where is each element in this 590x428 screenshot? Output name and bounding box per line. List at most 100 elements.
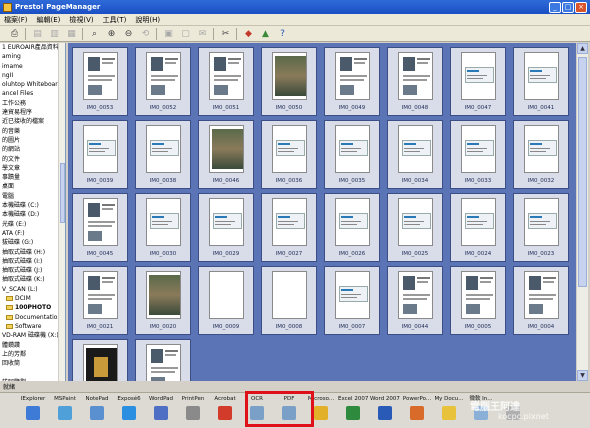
app-launcher[interactable]: Acrobat	[210, 395, 240, 420]
acquire-icon[interactable]: ▲	[259, 28, 272, 40]
scan-icon[interactable]: ⎙	[8, 28, 21, 40]
menu-file[interactable]: 檔案(F)	[4, 15, 28, 25]
page-thumbnail[interactable]: IM0_0034	[387, 120, 443, 189]
page-thumbnail[interactable]: IM0_0051	[198, 47, 254, 116]
page-thumbnail[interactable]: IM0_0029	[198, 193, 254, 262]
tree-item[interactable]: 的文件	[0, 155, 65, 164]
page-thumbnail[interactable]: IM0_0049	[324, 47, 380, 116]
tree-item[interactable]: 的音樂	[0, 127, 65, 136]
tree-item[interactable]: DCIM	[0, 294, 65, 303]
print-preview-icon[interactable]: ▥	[48, 28, 61, 40]
page-thumbnail[interactable]: IM0_0047	[450, 47, 506, 116]
page-thumbnail[interactable]	[72, 339, 128, 381]
tree-item[interactable]: 回收筒	[0, 359, 65, 368]
page-thumbnail[interactable]: IM0_0030	[135, 193, 191, 262]
zoom-out-icon[interactable]: ⊖	[122, 28, 135, 40]
page-thumbnail[interactable]: IM0_0045	[72, 193, 128, 262]
print-icon[interactable]: ▤	[31, 28, 44, 40]
page-thumbnail[interactable]: IM0_0021	[72, 266, 128, 335]
scroll-down-arrow-icon[interactable]: ▼	[577, 370, 588, 381]
page-thumbnail[interactable]: IM0_0041	[513, 47, 569, 116]
tree-item[interactable]: 電腦	[0, 192, 65, 201]
tree-item[interactable]: Documentation	[0, 313, 65, 322]
menu-view[interactable]: 檢視(V)	[69, 15, 93, 25]
tree-item[interactable]: aming	[0, 52, 65, 61]
app-launcher[interactable]: PowerPo...	[402, 395, 432, 420]
help-icon[interactable]: ?	[276, 28, 289, 40]
menu-tools[interactable]: 工具(T)	[103, 15, 127, 25]
page-thumbnail[interactable]: IM0_0048	[387, 47, 443, 116]
menu-help[interactable]: 說明(H)	[135, 15, 160, 25]
page-thumbnail[interactable]: IM0_0024	[450, 193, 506, 262]
app-launcher[interactable]: IExplorer	[18, 395, 48, 420]
tree-item[interactable]: ancel Files	[0, 89, 65, 98]
tree-item[interactable]	[0, 368, 65, 377]
tree-item[interactable]: ATA (F:)	[0, 229, 65, 238]
zoom-in-icon[interactable]: ⊕	[105, 28, 118, 40]
tree-item[interactable]: 抽取式磁碟 (J:)	[0, 266, 65, 275]
page-thumbnail[interactable]: IM0_0039	[72, 120, 128, 189]
app-launcher[interactable]: Exposé6	[114, 395, 144, 420]
tree-item[interactable]: 抽取式磁碟 (I:)	[0, 257, 65, 266]
tree-item[interactable]: ngII	[0, 71, 65, 80]
tree-item[interactable]: 桌面	[0, 182, 65, 191]
tree-item[interactable]: 的圖片	[0, 136, 65, 145]
page-thumbnail[interactable]: IM0_0038	[135, 120, 191, 189]
page-thumbnail[interactable]: IM0_0050	[261, 47, 317, 116]
page-thumbnail[interactable]: IM0_0033	[450, 120, 506, 189]
tree-item[interactable]: imame	[0, 62, 65, 71]
tree-item[interactable]: 學文章	[0, 164, 65, 173]
page-thumbnail[interactable]: IM0_0023	[513, 193, 569, 262]
maximize-button[interactable]: □	[562, 1, 574, 13]
page-thumbnail[interactable]: IM0_0020	[135, 266, 191, 335]
page-thumbnail[interactable]: IM0_0026	[324, 193, 380, 262]
page-thumbnail[interactable]: IM0_0027	[261, 193, 317, 262]
page-thumbnail[interactable]: IM0_0036	[261, 120, 317, 189]
tree-item[interactable]: 100PHOTO	[0, 303, 65, 312]
thumbnail-scrollbar[interactable]: ▲ ▼	[576, 43, 588, 381]
tree-item[interactable]: 事蹟量	[0, 173, 65, 182]
search-icon[interactable]: ⌕	[88, 28, 101, 40]
tree-item[interactable]: 抽取式磁碟 (K:)	[0, 275, 65, 284]
page-thumbnail[interactable]: IM0_0035	[324, 120, 380, 189]
tree-item[interactable]: 拔磁碟 (G:)	[0, 238, 65, 247]
tree-item[interactable]: 1 EUROAIR產品資料	[0, 43, 65, 52]
scrollbar-thumb[interactable]	[60, 163, 65, 223]
tree-item[interactable]: 工作公務	[0, 99, 65, 108]
tools-icon[interactable]: ✂	[219, 28, 232, 40]
tree-item[interactable]: 本機磁碟 (D:)	[0, 210, 65, 219]
scrollbar-thumb[interactable]	[578, 57, 587, 287]
app-launcher[interactable]: PrintPen	[178, 395, 208, 420]
app-launcher[interactable]: Word 2007	[370, 395, 400, 420]
close-button[interactable]: ×	[575, 1, 587, 13]
stack-icon[interactable]: ▣	[162, 28, 175, 40]
tree-item[interactable]: 光碟 (E:)	[0, 220, 65, 229]
app-launcher[interactable]: Excel 2007	[338, 395, 368, 420]
app-launcher[interactable]: My Docu...	[434, 395, 464, 420]
page-thumbnail[interactable]: IM0_0008	[261, 266, 317, 335]
tree-item[interactable]: 本機磁碟 (C:)	[0, 201, 65, 210]
page-thumbnail[interactable]: IM0_0009	[198, 266, 254, 335]
send-icon[interactable]: ✉	[196, 28, 209, 40]
tree-item[interactable]: 上的芳鄰	[0, 350, 65, 359]
page-thumbnail[interactable]: IM0_0053	[72, 47, 128, 116]
folder-tree[interactable]: 1 EUROAIR產品資料 aming imame ngII oluhtop White…	[0, 43, 66, 381]
tree-item[interactable]: 的網站	[0, 145, 65, 154]
page-thumbnail[interactable]: IM0_0004	[513, 266, 569, 335]
tree-item[interactable]: V_SCAN (L:)	[0, 285, 65, 294]
app-launcher[interactable]: WordPad	[146, 395, 176, 420]
page-thumbnail[interactable]: IM0_0032	[513, 120, 569, 189]
tree-item[interactable]: 近已接收的檔案	[0, 117, 65, 126]
rotate-icon[interactable]: ⟲	[139, 28, 152, 40]
scroll-up-arrow-icon[interactable]: ▲	[577, 43, 588, 54]
tree-item[interactable]: 達貿易程序	[0, 108, 65, 117]
tree-item[interactable]: oluhtop Whiteboard	[0, 80, 65, 89]
app-launcher[interactable]: MSPaint	[50, 395, 80, 420]
tree-item[interactable]: 體鑽讚	[0, 341, 65, 350]
tree-item[interactable]: 抽取式磁碟 (H:)	[0, 248, 65, 257]
page-thumbnail[interactable]: IM0_0052	[135, 47, 191, 116]
tree-item[interactable]: VD-RAM 磁碟機 (X:)	[0, 331, 65, 340]
page-thumbnail[interactable]: IM0_0005	[450, 266, 506, 335]
save-icon[interactable]: ▦	[65, 28, 78, 40]
app-launcher[interactable]: NotePad	[82, 395, 112, 420]
